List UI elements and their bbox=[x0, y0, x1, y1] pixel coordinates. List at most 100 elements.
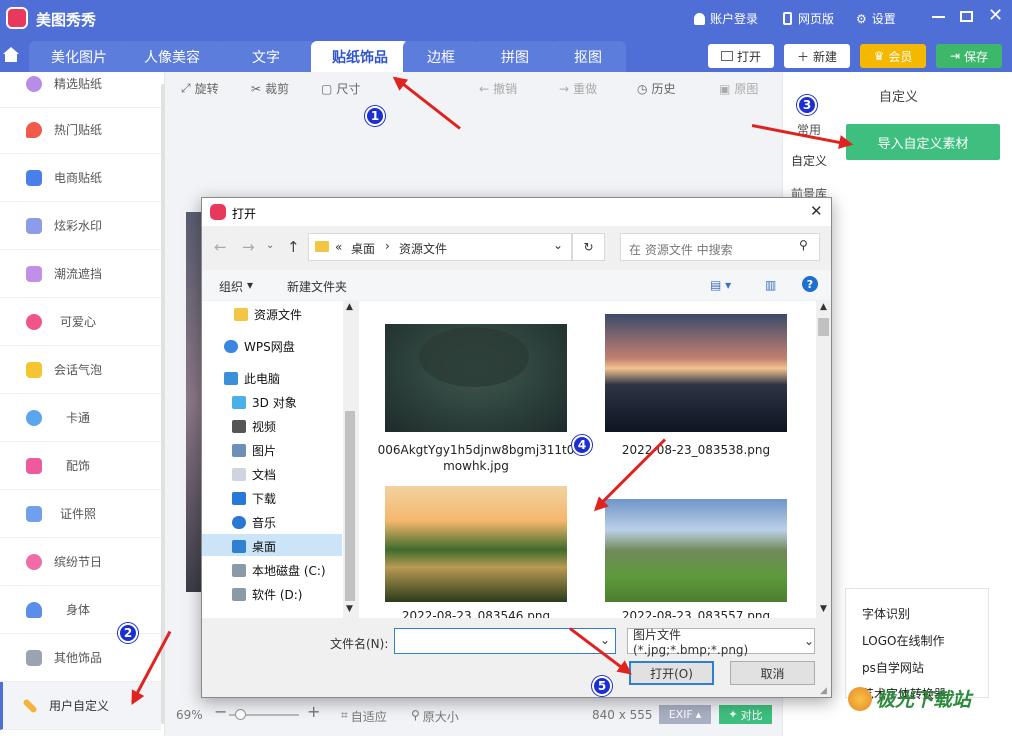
close-button[interactable]: ✕ bbox=[988, 5, 1003, 26]
tab-text[interactable]: 文字 bbox=[216, 41, 316, 72]
nav-resource-folder[interactable]: 资源文件 bbox=[234, 303, 354, 325]
undo-button[interactable]: ← 撤销 bbox=[479, 80, 517, 97]
file-name-4[interactable]: 2022-08-23_083557.png bbox=[596, 608, 796, 618]
zoom-slider-handle[interactable] bbox=[235, 709, 246, 720]
nav-documents[interactable]: 文档 bbox=[232, 463, 352, 485]
sidebar-item-ecommerce[interactable]: 电商贴纸 bbox=[0, 154, 161, 202]
exif-button[interactable]: EXIF ▴ bbox=[659, 705, 711, 724]
file-scroll-thumb[interactable] bbox=[818, 318, 829, 336]
nav-pictures[interactable]: 图片 bbox=[232, 439, 352, 461]
nav-scrollbar[interactable]: ▲ ▼ bbox=[343, 301, 357, 618]
file-thumbnail-2[interactable] bbox=[605, 314, 787, 432]
nav-downloads[interactable]: 下载 bbox=[232, 487, 352, 509]
settings-button[interactable]: ⚙ 设置 bbox=[856, 10, 896, 27]
import-custom-material-button[interactable]: 导入自定义素材 bbox=[846, 124, 1000, 160]
refresh-button[interactable]: ↻ bbox=[572, 233, 605, 261]
path-desktop[interactable]: 桌面 bbox=[351, 240, 375, 257]
vip-button[interactable]: ♛ 会员 bbox=[860, 44, 926, 68]
tab-stickers[interactable]: 贴纸饰品 bbox=[311, 41, 409, 72]
sidebar-item-watermark[interactable]: 炫彩水印 bbox=[0, 202, 161, 250]
recent-dropdown[interactable]: ⌄ bbox=[266, 240, 274, 251]
nav-videos[interactable]: 视频 bbox=[232, 415, 352, 437]
file-scrollbar[interactable]: ▲ ▼ bbox=[816, 301, 831, 618]
fit-button[interactable]: ⌗ 自适应 bbox=[341, 708, 387, 725]
nav-scroll-down[interactable]: ▼ bbox=[346, 604, 353, 614]
nav-3d-objects[interactable]: 3D 对象 bbox=[232, 391, 352, 413]
nav-local-disk-c[interactable]: 本地磁盘 (C:) bbox=[232, 559, 352, 581]
file-thumbnail-3[interactable] bbox=[385, 486, 567, 602]
sidebar-item-cartoon[interactable]: 卡通 bbox=[0, 394, 161, 442]
rotate-button[interactable]: ⤢ 旋转 bbox=[181, 80, 219, 97]
nav-desktop[interactable]: 桌面 bbox=[232, 535, 352, 557]
address-bar[interactable]: « 桌面 › 资源文件 ⌄ bbox=[308, 233, 572, 261]
canvas-image[interactable] bbox=[186, 212, 202, 592]
file-scroll-up[interactable]: ▲ bbox=[820, 302, 827, 312]
filename-dropdown-icon[interactable]: ⌄ bbox=[600, 633, 610, 647]
open-button[interactable]: 打开 bbox=[708, 44, 774, 68]
link-logo-online[interactable]: LOGO在线制作 bbox=[862, 632, 944, 649]
link-ps-learning[interactable]: ps自学网站 bbox=[862, 659, 924, 676]
panel-tab-custom[interactable]: 自定义 bbox=[791, 152, 828, 169]
address-dropdown-icon[interactable]: ⌄ bbox=[553, 238, 563, 252]
file-name-1[interactable]: 006AkgtYgy1h5djnw8bgmj311t0mowhk.jpg bbox=[376, 442, 576, 474]
preview-pane-button[interactable]: ▥ bbox=[765, 278, 776, 292]
organize-menu[interactable]: 组织 ▾ bbox=[219, 278, 253, 295]
nav-software-d[interactable]: 软件 (D:) bbox=[232, 583, 352, 605]
tab-frames[interactable]: 边框 bbox=[403, 41, 479, 72]
sidebar-item-festival[interactable]: 缤纷节日 bbox=[0, 538, 161, 586]
web-version[interactable]: 网页版 bbox=[783, 10, 834, 27]
original-button[interactable]: ▣ 原图 bbox=[719, 80, 758, 97]
filename-input[interactable]: ⌄ bbox=[394, 628, 616, 654]
forward-button[interactable]: → bbox=[242, 238, 255, 256]
sidebar-item-hearts[interactable]: 可爱心 bbox=[0, 298, 161, 346]
resize-grip-icon[interactable]: ◢ bbox=[820, 686, 827, 696]
filetype-select[interactable]: 图片文件 (*.jpg;*.bmp;*.png) ⌄ bbox=[627, 628, 815, 657]
size-button[interactable]: ▢ 尺寸 bbox=[321, 80, 360, 97]
sidebar-item-featured[interactable]: 精选贴纸 bbox=[0, 60, 161, 108]
sidebar-item-hot[interactable]: 热门贴纸 bbox=[0, 106, 161, 154]
nav-scroll-thumb[interactable] bbox=[345, 411, 355, 601]
redo-button[interactable]: → 重做 bbox=[559, 80, 597, 97]
new-button[interactable]: ＋ 新建 bbox=[784, 44, 850, 68]
sidebar-item-accessories[interactable]: 配饰 bbox=[0, 442, 161, 490]
nav-this-pc[interactable]: 此电脑 bbox=[224, 367, 344, 389]
dialog-cancel-button[interactable]: 取消 bbox=[730, 661, 815, 685]
sidebar-item-id-photo[interactable]: 证件照 bbox=[0, 490, 161, 538]
new-folder-button[interactable]: 新建文件夹 bbox=[287, 278, 347, 295]
actual-size-button[interactable]: ⚲ 原大小 bbox=[411, 708, 459, 725]
link-font-recognition[interactable]: 字体识别 bbox=[862, 605, 910, 622]
file-scroll-down[interactable]: ▼ bbox=[820, 604, 827, 614]
file-thumbnail-4[interactable] bbox=[605, 499, 787, 602]
compare-button[interactable]: ✦ 对比 bbox=[719, 705, 772, 724]
history-button[interactable]: ◷ 历史 bbox=[637, 80, 676, 97]
sidebar-item-bubbles[interactable]: 会话气泡 bbox=[0, 346, 161, 394]
plus-icon: ＋ bbox=[796, 49, 809, 64]
back-button[interactable]: ← bbox=[214, 238, 227, 256]
up-folder-button[interactable]: ↑ bbox=[287, 238, 300, 256]
dialog-open-button[interactable]: 打开(O) bbox=[629, 661, 714, 685]
nav-scroll-up[interactable]: ▲ bbox=[346, 302, 353, 312]
account-login[interactable]: 账户登录 bbox=[694, 10, 758, 27]
dialog-close-button[interactable]: ✕ bbox=[810, 202, 823, 220]
sidebar-item-other[interactable]: 其他饰品 bbox=[0, 634, 161, 682]
nav-music[interactable]: 音乐 bbox=[232, 511, 352, 533]
file-name-2[interactable]: 2022-08-23_083538.png bbox=[596, 442, 796, 458]
tab-collage[interactable]: 拼图 bbox=[474, 41, 556, 72]
sidebar-scrollbar[interactable] bbox=[161, 84, 165, 724]
nav-wps-cloud[interactable]: WPS网盘 bbox=[224, 335, 344, 357]
view-options-button[interactable]: ▤ ▾ bbox=[710, 278, 731, 292]
file-name-3[interactable]: 2022-08-23_083546.png bbox=[376, 608, 576, 618]
save-button[interactable]: ⇥ 保存 bbox=[936, 44, 1002, 68]
zoom-out-button[interactable]: − bbox=[214, 702, 227, 721]
maximize-button[interactable] bbox=[960, 11, 973, 22]
sidebar-item-mask[interactable]: 潮流遮挡 bbox=[0, 250, 161, 298]
path-resource-folder[interactable]: 资源文件 bbox=[399, 240, 447, 257]
crop-button[interactable]: ✂ 裁剪 bbox=[251, 80, 289, 97]
zoom-in-button[interactable]: + bbox=[307, 702, 320, 721]
help-icon[interactable]: ? bbox=[802, 276, 818, 292]
dialog-search-input[interactable]: 在 资源文件 中搜索 ⚲ bbox=[620, 233, 820, 261]
tab-cutout[interactable]: 抠图 bbox=[550, 41, 626, 72]
sidebar-item-body[interactable]: 身体 bbox=[0, 586, 161, 634]
minimize-button[interactable] bbox=[932, 16, 945, 18]
home-icon[interactable] bbox=[3, 47, 19, 54]
